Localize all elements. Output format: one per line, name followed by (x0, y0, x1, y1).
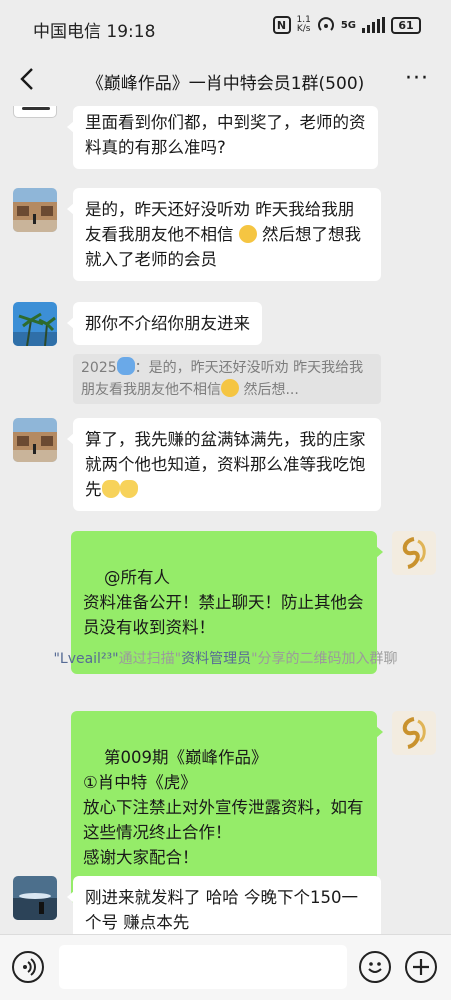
message-text: 里面看到你们都，中到奖了，老师的资料真的有那么准吗? (85, 113, 366, 157)
chat-header: 《巅峰作品》一肖中特会员1群(500) ··· (0, 54, 451, 106)
quoted-message[interactable]: 2025 ：是的，昨天还好没听劝 昨天我给我朋友看我朋友他不相信 然后想... (73, 354, 381, 404)
sweat-emoji-icon (238, 225, 257, 243)
more-icon[interactable]: ··· (405, 66, 429, 91)
battery-icon: 61 (391, 16, 421, 34)
fish-emoji-icon (116, 357, 135, 375)
member-name-link[interactable]: "Lveail²³" (53, 651, 118, 667)
emoji-icon[interactable] (359, 951, 391, 983)
message-input[interactable] (59, 945, 347, 989)
message-bubble[interactable]: 刚进来就发料了 哈哈 今晚下个150一个号 赚点本先 (67, 876, 381, 934)
carrier-time: 中国电信 19:18 (33, 22, 156, 42)
message-list[interactable]: 里面看到你们都，中到奖了，老师的资料真的有那么准吗? 是的，昨天还好没听劝 昨天… (0, 106, 451, 934)
hotspot-icon (317, 17, 334, 31)
avatar-image (13, 302, 57, 346)
cat-emoji-icon (119, 480, 138, 498)
status-bar: 中国电信 19:18 N 1.1 K/s 5G 61 (0, 0, 451, 54)
message-text: 刚进来就发料了 哈哈 今晚下个150一个号 赚点本先 (85, 888, 358, 932)
system-message: "Lveail²³"通过扫描"资料管理员"分享的二维码加入群聊 (53, 651, 398, 667)
input-bar (0, 934, 451, 1000)
signal-icon (362, 17, 385, 33)
chat-title: 《巅峰作品》一肖中特会员1群(500) (86, 74, 365, 94)
avatar-image (392, 531, 436, 575)
message-text: 第009期《巅峰作品》 ①肖中特《虎》 放心下注禁止对外宣传泄露资料，如有这些情… (83, 748, 364, 867)
quote-author: 2025 (81, 360, 117, 376)
avatar-image (13, 188, 57, 232)
message-bubble[interactable]: 那你不介绍你朋友进来 (67, 302, 262, 345)
admin-name-link[interactable]: 资料管理员 (181, 651, 251, 667)
avatar[interactable] (13, 188, 57, 232)
cat-emoji-icon (101, 480, 120, 498)
message-bubble[interactable]: 算了，我先赚的盆满钵满先，我的庄家就两个他也知道，资料那么准等我吃饱先 (67, 418, 381, 511)
message-bubble[interactable]: 是的，昨天还好没听劝 昨天我给我朋友看我朋友他不相信 然后想了想我就入了老师的会… (67, 188, 381, 281)
quote-text-end: 然后想... (239, 382, 299, 398)
sweat-emoji-icon (221, 379, 239, 397)
message-text: @所有人 资料准备公开！禁止聊天！防止其他会员没有收到资料！ (83, 568, 364, 637)
avatar[interactable] (13, 876, 57, 920)
avatar[interactable] (13, 106, 57, 118)
plus-icon[interactable] (405, 951, 437, 983)
network-speed: 1.1 K/s (296, 15, 311, 34)
avatar-self[interactable] (392, 531, 436, 575)
message-text: 那你不介绍你朋友进来 (85, 314, 250, 333)
avatar-image (392, 711, 436, 755)
avatar-image (13, 418, 57, 462)
avatar[interactable] (13, 302, 57, 346)
nfc-icon: N (272, 16, 291, 34)
avatar-image (13, 876, 57, 920)
network-type: 5G (340, 19, 356, 31)
message-bubble[interactable]: 里面看到你们都，中到奖了，老师的资料真的有那么准吗? (67, 106, 378, 169)
status-icons: N 1.1 K/s 5G 61 (272, 15, 421, 34)
voice-icon[interactable] (12, 951, 44, 983)
avatar-self[interactable] (392, 711, 436, 755)
avatar[interactable] (13, 418, 57, 462)
back-arrow-icon[interactable] (14, 64, 44, 94)
